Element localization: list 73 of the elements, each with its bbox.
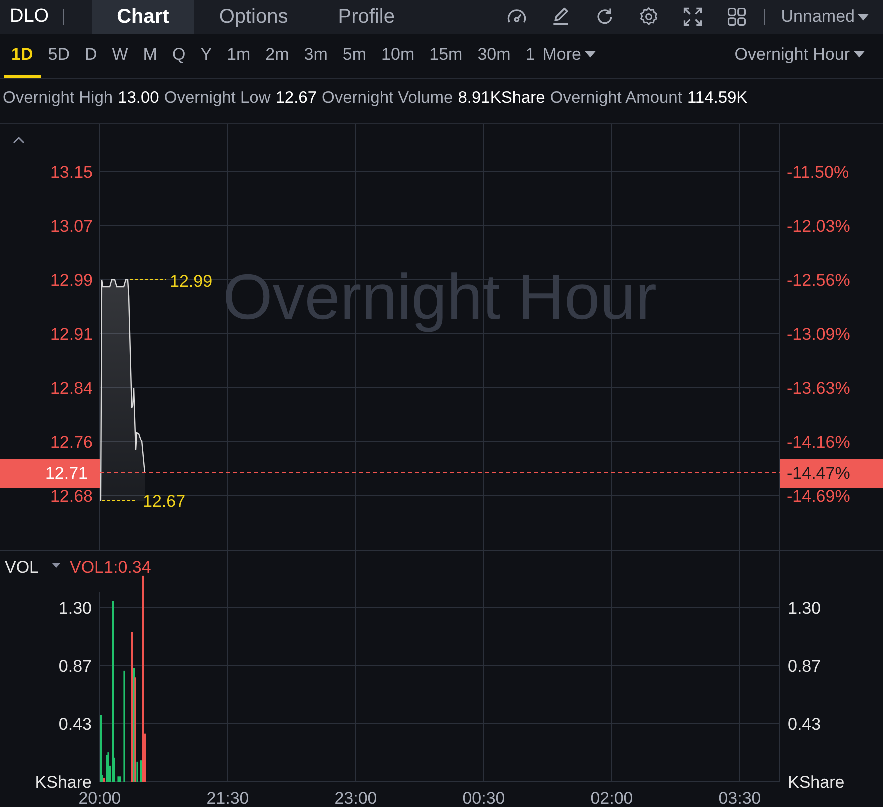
timeframe-tab[interactable]: 3m — [296, 34, 336, 78]
caret-icon — [854, 51, 865, 58]
percent-axis-label: -13.63% — [787, 379, 850, 398]
timeframe-tab[interactable]: 10m — [374, 34, 422, 78]
caret-icon — [585, 51, 596, 58]
stat-label: Overnight Low — [164, 88, 271, 108]
grid-icon[interactable] — [726, 6, 748, 28]
caret-icon[interactable] — [52, 563, 61, 568]
stat-label: Overnight Volume — [322, 88, 454, 108]
timeframe-tab[interactable]: Y — [193, 34, 220, 78]
timeframe-tab[interactable]: 1 — [518, 34, 543, 78]
percent-axis-label: -13.09% — [787, 325, 850, 344]
volume-axis-label: KShare — [788, 773, 845, 792]
last-price-badge: 12.71 — [0, 459, 100, 488]
price-axis-label: 12.68 — [50, 487, 93, 506]
timeframe-tab[interactable]: 2m — [258, 34, 297, 78]
percent-axis-label: -14.16% — [787, 433, 850, 452]
tab[interactable]: Options — [194, 0, 314, 34]
stat-value: 8.91KShare — [458, 88, 546, 108]
volume-axis-label: 1.30 — [788, 599, 822, 618]
timeframe-tab[interactable]: M — [136, 34, 165, 78]
low-leader-line — [102, 500, 138, 502]
timeframe-tab[interactable]: 1D — [4, 34, 41, 78]
high-price-marker: 12.99 — [170, 272, 213, 291]
timeframe-tab[interactable]: 15m — [422, 34, 470, 78]
tab[interactable]: Chart — [92, 0, 194, 34]
time-axis-label: 03:30 — [718, 789, 762, 807]
tab[interactable]: Profile — [313, 0, 420, 34]
time-axis-label: 00:30 — [462, 789, 506, 807]
time-axis-label: 02:00 — [590, 789, 634, 807]
volume-axis-label: 0.43 — [58, 715, 92, 734]
percent-axis-label: -12.56% — [787, 271, 850, 290]
timeframe-tab[interactable]: W — [104, 34, 136, 78]
volume-axis-label: 0.87 — [58, 657, 92, 676]
price-axis-label: 13.07 — [50, 217, 93, 236]
layout-dropdown[interactable]: Unnamed — [781, 7, 869, 27]
fullscreen-icon[interactable] — [682, 6, 704, 28]
time-axis-label: 23:00 — [334, 789, 378, 807]
stat-value: 13.00 — [118, 88, 160, 108]
volume-axis-label: 0.87 — [788, 657, 822, 676]
price-axis-label: 12.99 — [50, 271, 93, 290]
time-axis-label: 21:30 — [206, 789, 250, 807]
timeframe-tab[interactable]: 30m — [470, 34, 518, 78]
stat-label: Overnight Amount — [550, 88, 682, 108]
timeframe-tab[interactable]: 1m — [220, 34, 258, 78]
session-dropdown[interactable]: Overnight Hour — [727, 34, 883, 78]
ticker-symbol: DLO — [9, 6, 50, 28]
stat-value: 12.67 — [276, 88, 318, 108]
price-axis-label: 12.76 — [50, 433, 93, 452]
timeframe-tab[interactable]: 5D — [40, 34, 78, 78]
caret-icon — [858, 14, 869, 20]
volume-axis-label: 1.30 — [58, 599, 92, 618]
settings-icon[interactable] — [638, 6, 660, 28]
more-dropdown[interactable]: More — [542, 34, 604, 78]
collapse-icon[interactable] — [13, 136, 25, 144]
percent-axis-label: -14.69% — [787, 487, 850, 506]
timeframe-tab[interactable]: Q — [164, 34, 194, 78]
price-axis-label: 12.91 — [50, 325, 93, 344]
stat-value: 114.59K — [687, 88, 748, 108]
indicator-name[interactable]: VOL — [5, 558, 40, 577]
price-axis-label: 13.15 — [50, 163, 93, 182]
stat-label: Overnight High — [3, 88, 114, 108]
price-axis-label: 12.84 — [50, 379, 93, 398]
low-price-marker: 12.67 — [143, 492, 186, 511]
timeframe-tab[interactable]: D — [77, 34, 105, 78]
timeframe-tab[interactable]: 5m — [335, 34, 374, 78]
volume-axis-label: 0.43 — [788, 715, 822, 734]
last-change-badge: -14.47% — [780, 459, 883, 488]
volume-axis-label: KShare — [35, 773, 92, 792]
time-axis-label: 20:00 — [78, 789, 122, 807]
percent-axis-label: -12.03% — [787, 217, 850, 236]
indicator-value: VOL1:0.34 — [70, 558, 152, 577]
percent-axis-label: -11.50% — [787, 163, 850, 182]
